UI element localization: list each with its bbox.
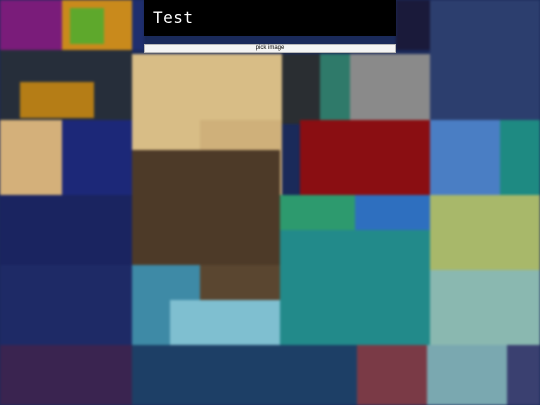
mosaic-tile [280, 230, 430, 345]
mosaic-tile [62, 120, 132, 195]
mosaic-tile [132, 345, 357, 405]
mosaic-tile [132, 0, 144, 50]
mosaic-tile [507, 345, 540, 405]
page-title: Test [153, 8, 194, 27]
mosaic-tile [20, 82, 94, 118]
mosaic-tile [70, 8, 104, 44]
mosaic-tile [0, 195, 132, 265]
mosaic-tile [0, 120, 62, 195]
pick-image-button[interactable]: pick image [144, 44, 396, 53]
mosaic-tile [280, 195, 360, 235]
mosaic-tile [300, 120, 430, 195]
mosaic-tile [500, 120, 540, 195]
mosaic-tile [0, 345, 132, 405]
puzzle-mosaic-image [0, 0, 540, 405]
mosaic-tile [132, 150, 280, 265]
mosaic-tile [396, 0, 430, 50]
mosaic-tile [200, 265, 280, 305]
mosaic-tile [0, 265, 132, 345]
mosaic-tile [430, 0, 540, 120]
mosaic-tile [427, 345, 507, 405]
mosaic-tile [430, 270, 540, 345]
title-bar: Test [144, 0, 396, 36]
mosaic-tile [0, 0, 62, 50]
mosaic-tile [170, 300, 280, 345]
mosaic-tile [357, 345, 427, 405]
mosaic-tile [430, 195, 540, 270]
